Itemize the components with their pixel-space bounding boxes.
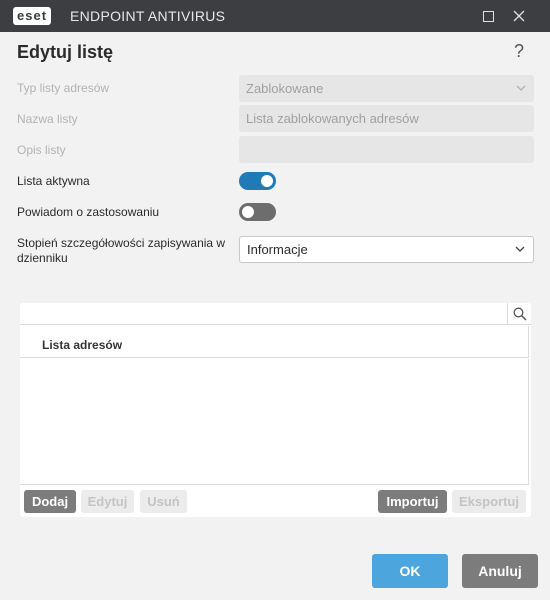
column-header-label: Lista adresów [42,338,123,352]
list-name-field: Lista zablokowanych adresów [239,105,534,132]
ok-button[interactable]: OK [372,554,448,588]
column-header-address-list[interactable]: Lista adresów [20,326,529,358]
maximize-icon [482,10,494,22]
list-description-label: Opis listy [17,143,66,157]
list-name-label: Nazwa listy [17,112,78,126]
import-button[interactable]: Importuj [378,490,447,513]
maximize-button[interactable] [472,0,504,32]
log-verbosity-value: Informacje [247,242,308,257]
notify-on-apply-label: Powiadom o zastosowaniu [17,205,160,219]
address-list-body[interactable] [20,359,529,485]
help-button[interactable]: ? [514,41,524,62]
chevron-down-icon [515,237,525,272]
log-verbosity-select[interactable]: Informacje [239,236,534,263]
search-button[interactable] [507,303,531,325]
window-titlebar: eset ENDPOINT ANTIVIRUS [0,0,550,32]
remove-button[interactable]: Usuń [140,490,187,513]
list-type-label: Typ listy adresów [17,81,110,95]
list-type-value: Zablokowane [246,81,324,96]
eset-logo: eset [13,7,52,25]
dialog-title: Edytuj listę [17,42,114,62]
toggle-knob [261,175,273,187]
close-button[interactable] [503,0,535,32]
add-button[interactable]: Dodaj [24,490,76,513]
export-button[interactable]: Eksportuj [452,490,526,513]
close-icon [513,10,525,22]
search-input[interactable] [20,303,507,325]
log-verbosity-label: Stopień szczegółowości zapisywania w dzi… [17,236,226,265]
notify-on-apply-toggle[interactable] [239,203,276,221]
product-name: ENDPOINT ANTIVIRUS [70,8,226,24]
toggle-knob [242,206,254,218]
eset-logo-text: eset [13,7,52,25]
cancel-button[interactable]: Anuluj [462,554,538,588]
edit-button[interactable]: Edytuj [81,490,134,513]
list-active-label: Lista aktywna [17,174,90,188]
address-list-panel: Lista adresów Dodaj Edytuj Usuń Importuj… [20,303,531,517]
search-icon [513,307,526,321]
search-row [20,303,531,325]
list-active-toggle[interactable] [239,172,276,190]
list-type-select: Zablokowane [239,75,534,102]
list-description-field [239,136,534,163]
